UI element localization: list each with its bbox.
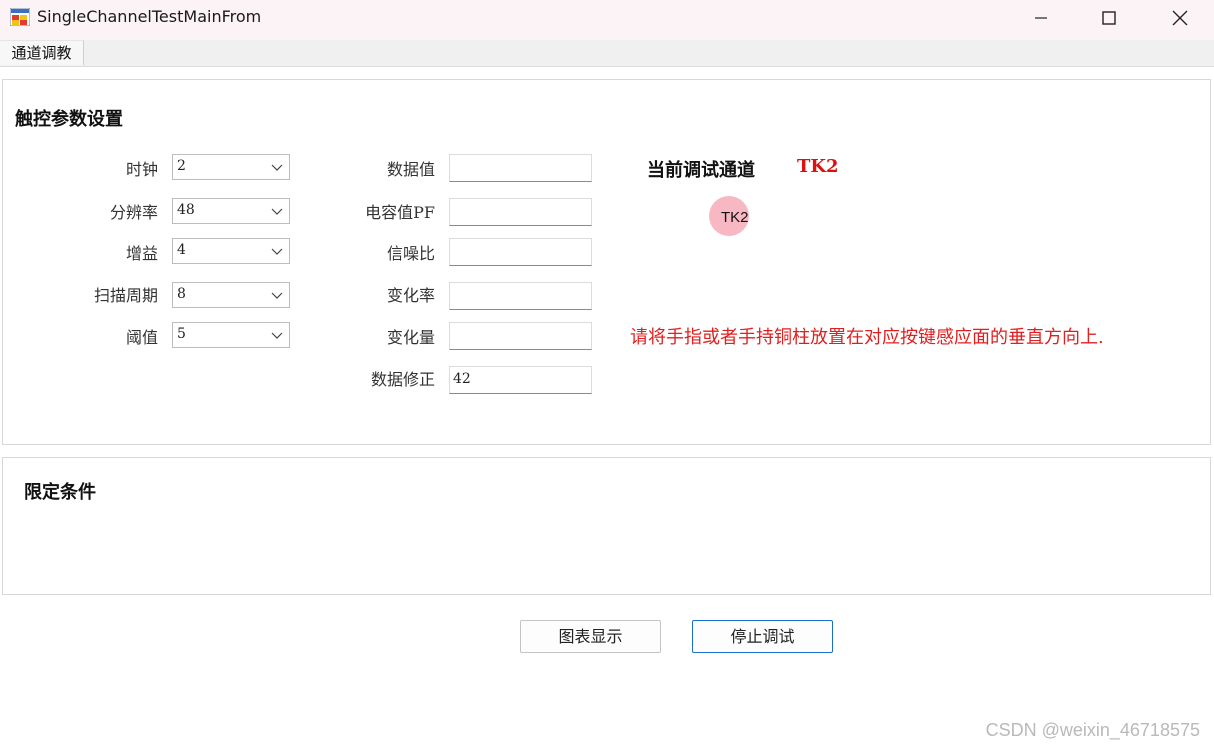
tab-channel-tuning[interactable]: 通道调教 — [0, 40, 84, 65]
snr-field[interactable] — [449, 238, 592, 266]
gain-combo[interactable]: 4 — [172, 238, 290, 264]
stop-debug-button[interactable]: 停止调试 — [692, 620, 833, 653]
clock-value: 2 — [177, 158, 186, 174]
data-value-field[interactable] — [449, 154, 592, 182]
current-channel-value: TK2 — [797, 156, 839, 177]
snr-label: 信噪比 — [386, 244, 435, 263]
minimize-button[interactable] — [1012, 0, 1070, 36]
gain-label: 增益 — [125, 244, 158, 263]
capacitance-field[interactable] — [449, 198, 592, 226]
chart-display-button[interactable]: 图表显示 — [520, 620, 661, 653]
clock-label: 时钟 — [125, 160, 158, 179]
resolution-label: 分辨率 — [109, 203, 158, 222]
clock-combo[interactable]: 2 — [172, 154, 290, 180]
capacitance-label: 电容值PF — [365, 203, 435, 222]
resolution-combo[interactable]: 48 — [172, 198, 290, 224]
resolution-value: 48 — [177, 202, 195, 218]
gain-value: 4 — [177, 242, 186, 258]
watermark: CSDN @weixin_46718575 — [985, 720, 1200, 740]
data-value-label: 数据值 — [386, 160, 435, 179]
chevron-down-icon — [271, 332, 283, 339]
title-bar: SingleChannelTestMainFrom — [0, 0, 1214, 40]
close-button[interactable] — [1151, 0, 1209, 36]
window-title: SingleChannelTestMainFrom — [37, 7, 262, 26]
chevron-down-icon — [271, 164, 283, 171]
close-icon — [1172, 10, 1188, 26]
threshold-combo[interactable]: 5 — [172, 322, 290, 348]
change-rate-label: 变化率 — [386, 286, 435, 305]
current-channel-label: 当前调试通道 — [647, 160, 755, 181]
change-rate-field[interactable] — [449, 282, 592, 310]
chevron-down-icon — [271, 292, 283, 299]
touch-params-title: 触控参数设置 — [15, 109, 123, 130]
maximize-button[interactable] — [1080, 0, 1138, 36]
instruction-hint: 请将手指或者手持铜柱放置在对应按键感应面的垂直方向上. — [630, 327, 1104, 348]
chevron-down-icon — [271, 248, 283, 255]
limits-group — [2, 457, 1211, 595]
threshold-value: 5 — [177, 326, 186, 342]
app-window-icon — [10, 8, 30, 26]
limits-title: 限定条件 — [24, 482, 96, 503]
data-correction-label: 数据修正 — [370, 370, 435, 389]
chevron-down-icon — [271, 208, 283, 215]
minimize-icon — [1035, 17, 1047, 19]
scan-period-value: 8 — [177, 286, 186, 302]
change-amount-label: 变化量 — [386, 328, 435, 347]
threshold-label: 阈值 — [125, 328, 158, 347]
data-correction-field[interactable]: 42 — [449, 366, 592, 394]
channel-indicator-label: TK2 — [721, 209, 749, 226]
tab-bar: 通道调教 — [0, 40, 1214, 67]
scan-period-combo[interactable]: 8 — [172, 282, 290, 308]
change-amount-field[interactable] — [449, 322, 592, 350]
maximize-icon — [1102, 11, 1116, 25]
scan-period-label: 扫描周期 — [93, 286, 158, 305]
